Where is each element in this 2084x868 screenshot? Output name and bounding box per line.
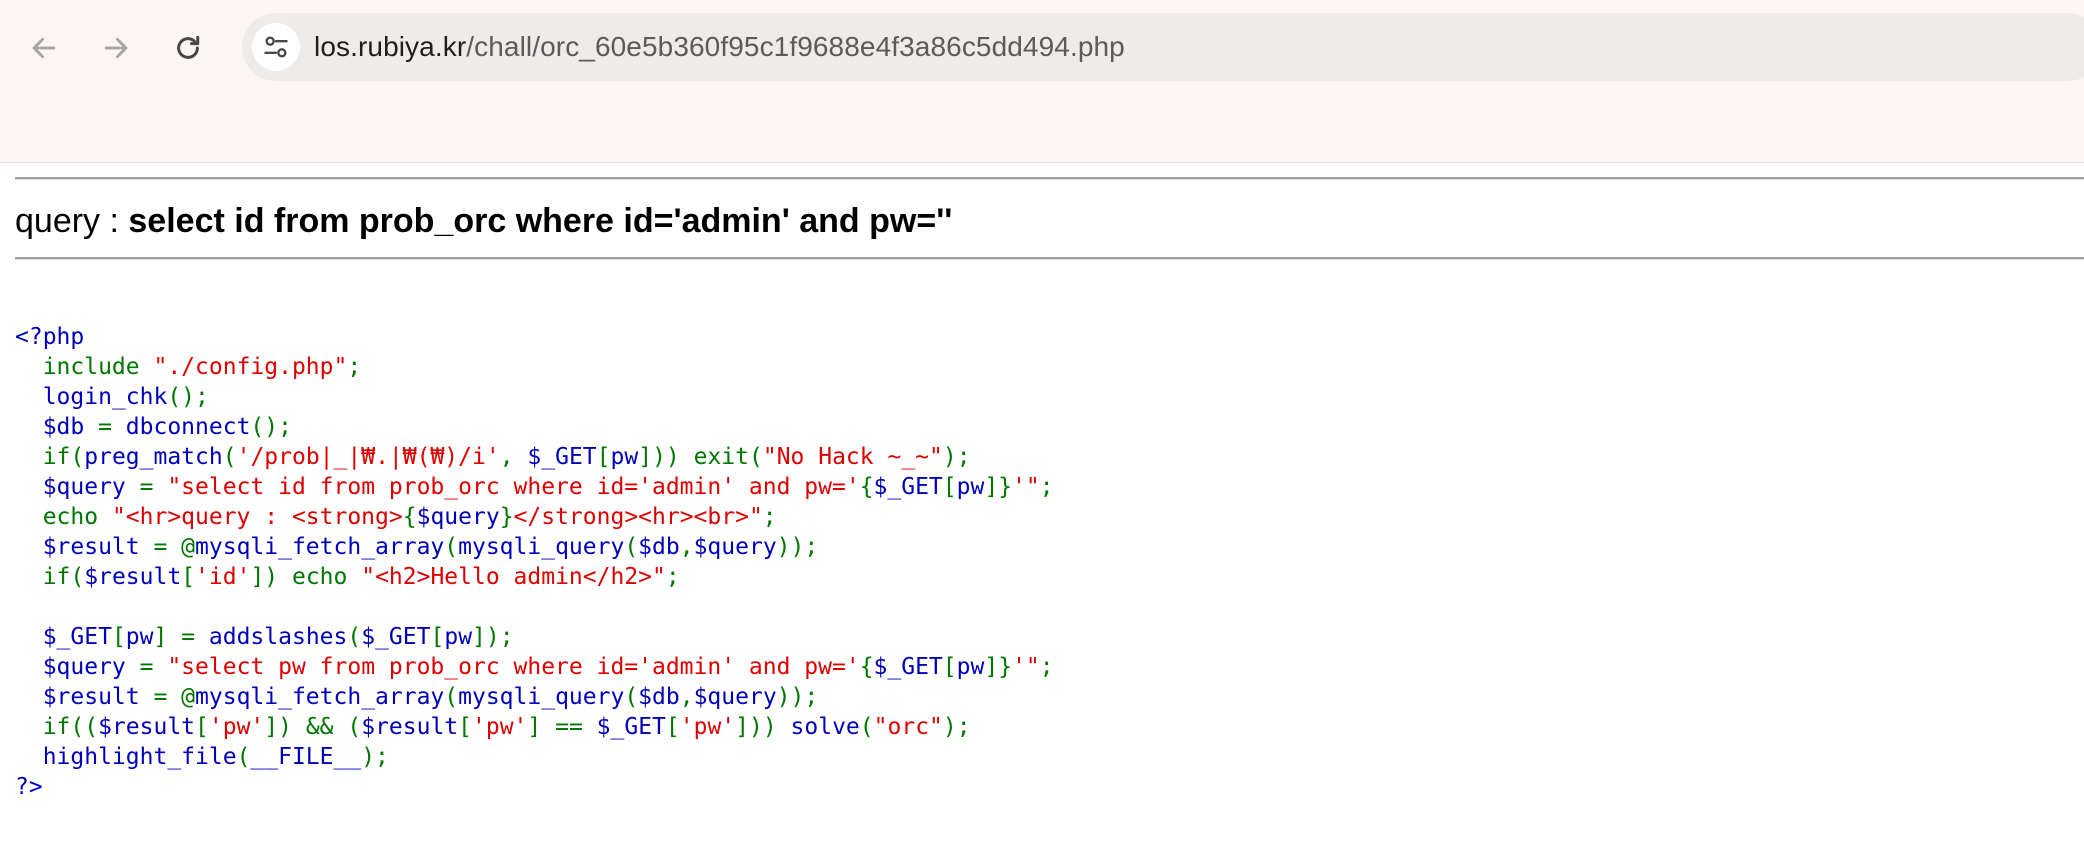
code-line: $query = "select id from prob_orc where … bbox=[15, 474, 1054, 500]
code-line: echo "<hr>query : <strong>{$query}</stro… bbox=[15, 504, 777, 530]
code-line: if($result['id']) echo "<h2>Hello admin<… bbox=[15, 564, 680, 590]
code-line: $_GET[pw] = addslashes($_GET[pw]); bbox=[15, 624, 514, 650]
arrow-left-icon bbox=[32, 37, 56, 59]
forward-button[interactable] bbox=[96, 28, 136, 68]
tune-icon bbox=[264, 36, 288, 58]
url-host: los.rubiya.kr bbox=[314, 31, 467, 62]
code-line: $result = @mysqli_fetch_array(mysqli_que… bbox=[15, 534, 819, 560]
code-line: $result = @mysqli_fetch_array(mysqli_que… bbox=[15, 684, 819, 710]
code-line: $query = "select pw from prob_orc where … bbox=[15, 654, 1054, 680]
query-display: query : select id from prob_orc where id… bbox=[15, 202, 952, 241]
arrow-right-icon bbox=[104, 37, 128, 59]
code-line: highlight_file(__FILE__); bbox=[15, 744, 389, 770]
php-source-code: <?php include "./config.php"; login_chk(… bbox=[15, 322, 1054, 802]
reload-icon bbox=[177, 35, 200, 59]
code-line: $db = dbconnect(); bbox=[15, 414, 292, 440]
divider-bottom bbox=[15, 257, 2084, 260]
browser-toolbar: los.rubiya.kr/chall/orc_60e5b360f95c1f96… bbox=[0, 0, 2084, 163]
code-line: <?php bbox=[15, 324, 85, 350]
code-line: include "./config.php"; bbox=[15, 354, 362, 380]
code-line: if(($result['pw']) && ($result['pw'] == … bbox=[15, 714, 971, 740]
code-line: ?> bbox=[15, 774, 43, 800]
code-line: login_chk(); bbox=[15, 384, 209, 410]
url-text[interactable]: los.rubiya.kr/chall/orc_60e5b360f95c1f96… bbox=[314, 31, 1125, 63]
reload-button[interactable] bbox=[168, 28, 208, 68]
back-button[interactable] bbox=[24, 28, 64, 68]
address-bar[interactable]: los.rubiya.kr/chall/orc_60e5b360f95c1f96… bbox=[242, 13, 2084, 81]
site-info-button[interactable] bbox=[252, 23, 300, 71]
code-line: if(preg_match('/prob|_|₩.|₩(₩)/i', $_GET… bbox=[15, 444, 971, 470]
url-path: /chall/orc_60e5b360f95c1f9688e4f3a86c5dd… bbox=[466, 31, 1125, 62]
query-label: query : bbox=[15, 202, 129, 240]
query-text: select id from prob_orc where id='admin'… bbox=[128, 202, 953, 240]
divider-top bbox=[15, 177, 2084, 180]
